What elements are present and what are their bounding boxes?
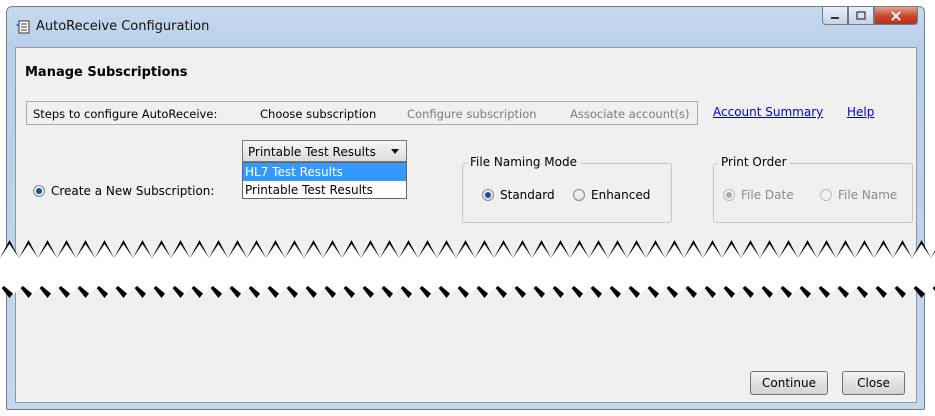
close-window-button[interactable] <box>874 7 918 25</box>
caption-buttons <box>822 7 918 27</box>
subscription-type-value: Printable Test Results <box>248 145 376 159</box>
print-order-file-name-option: File Name <box>820 188 897 202</box>
print-order-legend: Print Order <box>718 155 790 169</box>
step-configure-subscription: Configure subscription <box>407 107 537 121</box>
torn-edge-divider <box>0 236 935 300</box>
file-date-label: File Date <box>741 188 794 202</box>
help-link[interactable]: Help <box>847 105 874 119</box>
file-date-radio <box>723 189 735 201</box>
file-naming-mode-group: File Naming Mode Standard Enhanced <box>462 155 672 223</box>
standard-label: Standard <box>500 188 555 202</box>
subscription-type-select[interactable]: Printable Test Results <box>242 140 407 162</box>
create-subscription-label: Create a New Subscription: <box>51 184 215 198</box>
option-hl7-test-results[interactable]: HL7 Test Results <box>243 163 406 181</box>
chevron-down-icon <box>391 149 399 154</box>
create-subscription-option[interactable]: Create a New Subscription: <box>33 184 214 198</box>
maximize-button[interactable] <box>848 7 874 25</box>
enhanced-radio[interactable] <box>573 189 585 201</box>
subscription-type-dropdown: HL7 Test Results Printable Test Results <box>242 162 407 199</box>
maximize-icon <box>856 10 866 20</box>
title-bar[interactable]: AutoReceive Configuration <box>7 7 924 47</box>
account-summary-link[interactable]: Account Summary <box>713 105 823 119</box>
steps-bar: Steps to configure AutoReceive: Choose s… <box>26 101 698 125</box>
close-button[interactable]: Close <box>842 371 905 395</box>
option-printable-test-results[interactable]: Printable Test Results <box>243 181 406 199</box>
enhanced-label: Enhanced <box>591 188 651 202</box>
file-naming-enhanced-option[interactable]: Enhanced <box>573 188 650 202</box>
continue-button[interactable]: Continue <box>750 371 828 395</box>
minimize-icon <box>831 16 839 19</box>
file-name-radio <box>820 189 832 201</box>
file-naming-standard-option[interactable]: Standard <box>482 188 555 202</box>
create-subscription-radio[interactable] <box>33 185 45 197</box>
step-associate-accounts: Associate account(s) <box>570 107 690 121</box>
print-order-file-date-option: File Date <box>723 188 794 202</box>
app-icon <box>16 20 30 34</box>
steps-intro: Steps to configure AutoReceive: <box>33 107 218 121</box>
print-order-group: Print Order File Date File Name <box>713 155 913 223</box>
minimize-button[interactable] <box>822 7 848 25</box>
close-icon <box>891 10 901 21</box>
standard-radio[interactable] <box>482 189 494 201</box>
app-window: AutoReceive Configuration Manage Subscri… <box>6 6 925 410</box>
step-choose-subscription: Choose subscription <box>260 107 377 121</box>
file-naming-mode-legend: File Naming Mode <box>467 155 580 169</box>
client-area: Manage Subscriptions Steps to configure … <box>15 47 917 403</box>
window-title: AutoReceive Configuration <box>36 19 210 34</box>
file-name-label: File Name <box>838 188 898 202</box>
page-title: Manage Subscriptions <box>25 65 188 80</box>
